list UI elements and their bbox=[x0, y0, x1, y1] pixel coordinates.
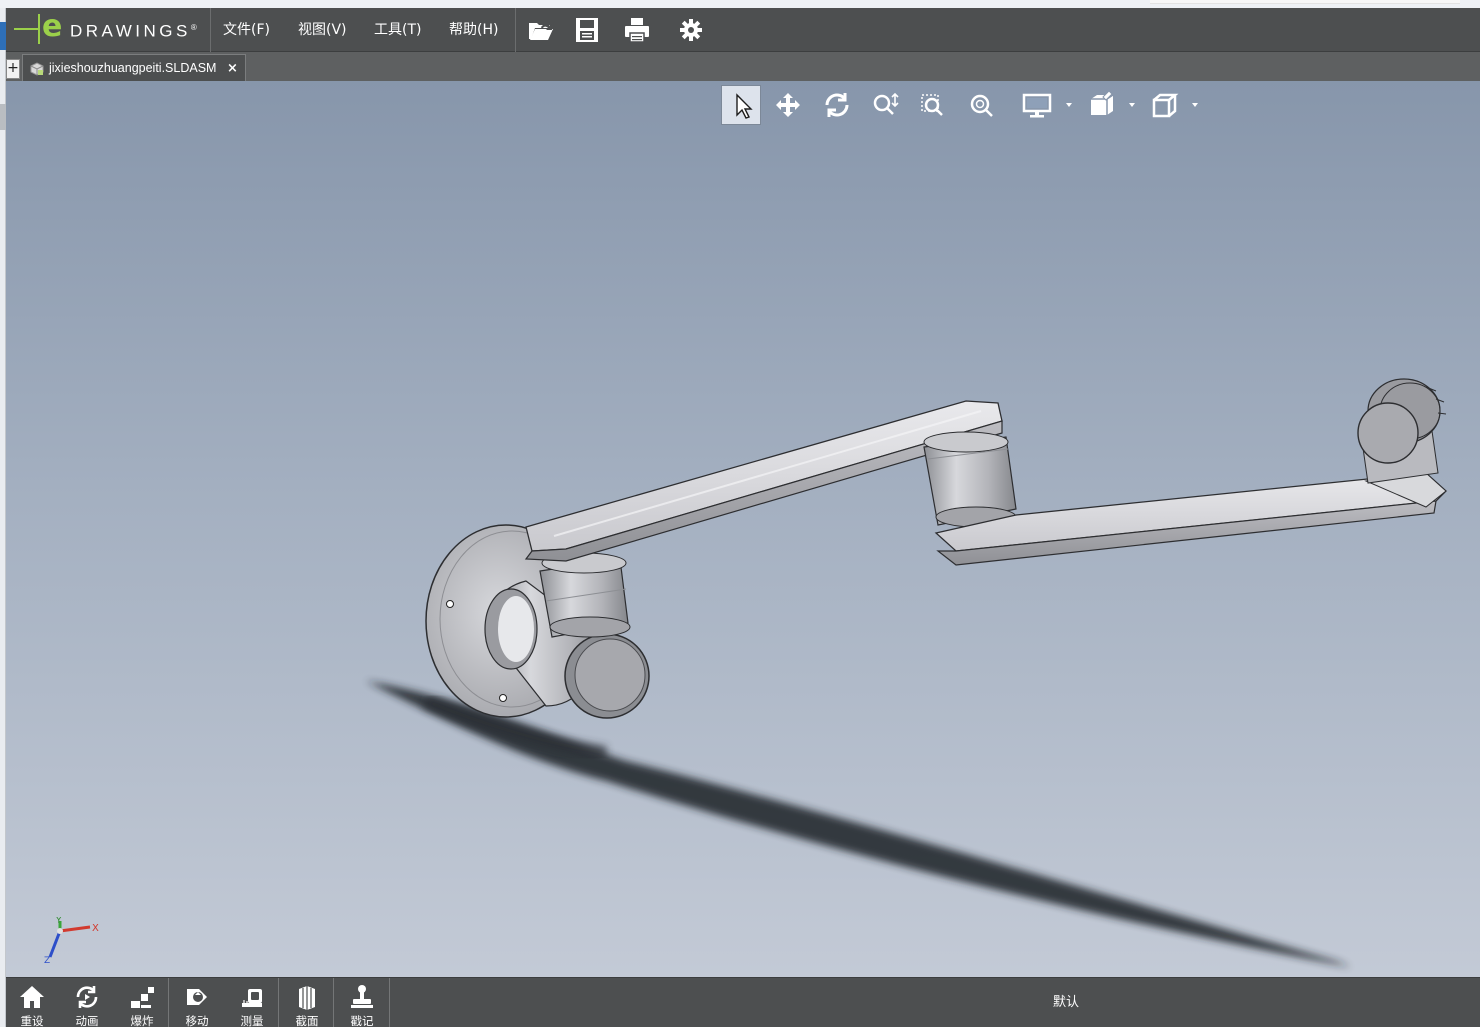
settings-gear-icon[interactable] bbox=[675, 14, 707, 46]
stamp-button[interactable]: 戳记 bbox=[336, 978, 388, 1027]
menu-file[interactable]: 文件(F) bbox=[223, 8, 270, 52]
menu-help[interactable]: 帮助(H) bbox=[449, 8, 498, 52]
reset-button[interactable]: 重设 bbox=[6, 978, 58, 1027]
document-tab-bar: + jixieshouzhuangpeiti.SLDASM × bbox=[6, 52, 1480, 81]
open-folder-icon[interactable] bbox=[524, 14, 556, 46]
add-tab-button[interactable]: + bbox=[6, 59, 20, 79]
joint-1 bbox=[539, 552, 631, 638]
explode-button[interactable]: 爆炸 bbox=[116, 978, 168, 1027]
edrawings-logo: e DRAWINGS® bbox=[10, 8, 210, 52]
assembly-file-icon bbox=[30, 62, 44, 76]
stamp-icon bbox=[351, 985, 373, 1008]
end-effector bbox=[1357, 378, 1447, 484]
animate-icon bbox=[76, 986, 98, 1008]
print-icon[interactable] bbox=[621, 14, 653, 46]
animate-button[interactable]: 动画 bbox=[61, 978, 113, 1027]
zoom-in-out-button[interactable] bbox=[865, 85, 905, 125]
menu-tools[interactable]: 工具(T) bbox=[374, 8, 421, 52]
home-icon bbox=[20, 986, 44, 1008]
measure-button[interactable]: 测量 bbox=[226, 978, 278, 1027]
axis-triad: X Y Z bbox=[44, 917, 99, 965]
zoom-to-fit-button[interactable] bbox=[961, 85, 1001, 125]
menu-view[interactable]: 视图(V) bbox=[298, 8, 347, 52]
edrawings-window: e DRAWINGS® 文件(F) 视图(V) 工具(T) 帮助(H) + ji… bbox=[0, 0, 1480, 1027]
close-tab-icon[interactable]: × bbox=[227, 55, 238, 82]
logo-wordmark: DRAWINGS® bbox=[70, 21, 197, 41]
select-tool-button[interactable] bbox=[721, 85, 761, 125]
z-axis-label: Z bbox=[44, 956, 50, 965]
rotate-tool-button[interactable] bbox=[817, 85, 857, 125]
3d-viewport[interactable]: X Y Z bbox=[6, 81, 1480, 977]
view-toolbar bbox=[720, 85, 1220, 127]
joint-2 bbox=[923, 431, 1017, 528]
document-tab[interactable]: jixieshouzhuangpeiti.SLDASM × bbox=[22, 54, 246, 81]
zoom-to-area-button[interactable] bbox=[913, 85, 953, 125]
y-axis-label: Y bbox=[55, 917, 62, 926]
bottom-toolbar: 重设 动画 爆炸 移动 测量 截面 戳记 默认 bbox=[6, 977, 1480, 1027]
configuration-label[interactable]: 默认 bbox=[1042, 978, 1090, 1027]
logo-letter: e bbox=[42, 9, 63, 44]
pan-tool-button[interactable] bbox=[768, 85, 808, 125]
model-shadow bbox=[366, 681, 1351, 967]
hide-show-button[interactable] bbox=[1081, 85, 1121, 125]
menu-bar: e DRAWINGS® 文件(F) 视图(V) 工具(T) 帮助(H) bbox=[6, 8, 1480, 52]
section-button[interactable]: 截面 bbox=[281, 978, 333, 1027]
save-icon[interactable] bbox=[571, 14, 603, 46]
display-style-button[interactable] bbox=[1017, 85, 1057, 125]
measure-icon bbox=[242, 989, 262, 1007]
x-axis-label: X bbox=[92, 923, 99, 934]
robot-arm-assembly-model bbox=[366, 378, 1447, 967]
explode-icon bbox=[131, 987, 154, 1008]
desktop-strip bbox=[0, 0, 1480, 8]
move-component-icon bbox=[187, 989, 207, 1005]
view-orientation-button[interactable] bbox=[1144, 85, 1184, 125]
move-component-button[interactable]: 移动 bbox=[171, 978, 223, 1027]
document-tab-name: jixieshouzhuangpeiti.SLDASM bbox=[49, 61, 217, 75]
section-icon bbox=[299, 986, 315, 1010]
